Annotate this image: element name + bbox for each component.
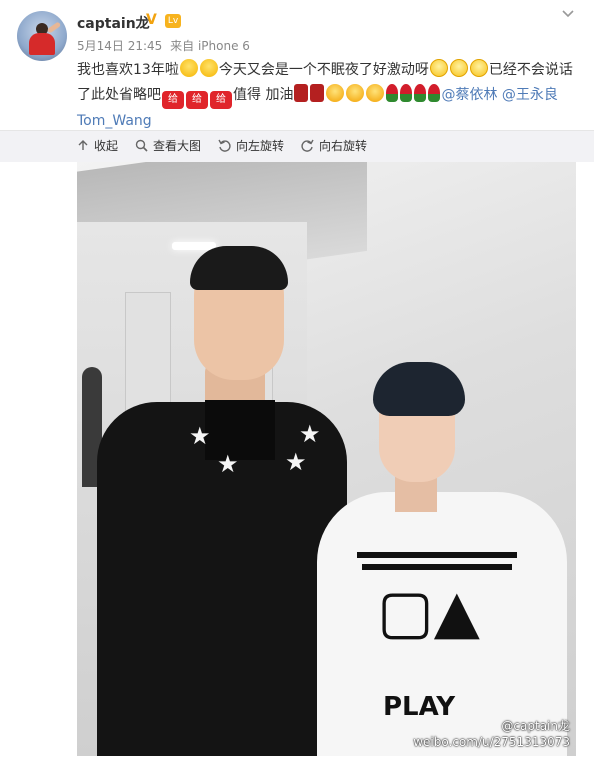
- chevron-down-icon[interactable]: [562, 10, 574, 18]
- rotate-right-icon: [301, 139, 314, 152]
- post-text: 今天又会是一个不眠夜了好激动呀: [218, 62, 429, 78]
- watermark-url: weibo.com/u/2751313073: [413, 735, 570, 749]
- media-toolbar: 收起 查看大图 向左旋转 向右旋转: [77, 135, 367, 155]
- post-content: 我也喜欢13年啦 今天又会是一个不眠夜了好激动呀 已经不会说话了此处省略吧给给给值得…: [77, 58, 583, 134]
- grin-emoji-icon: [449, 59, 468, 77]
- yawn-emoji-icon: [346, 84, 365, 102]
- mention-link[interactable]: @蔡依林: [441, 87, 497, 103]
- smile-emoji-icon: [179, 59, 198, 77]
- cheer-emoji-icon: [310, 84, 325, 102]
- yawn-emoji-icon: [366, 84, 385, 102]
- verified-icon: V: [146, 12, 157, 28]
- star-icon: ★: [217, 450, 239, 478]
- rose-emoji-icon: [386, 84, 399, 102]
- collapse-label: 收起: [94, 138, 119, 153]
- view-large-label: 查看大图: [153, 138, 202, 153]
- star-icon: ★: [299, 420, 321, 448]
- collapse-button[interactable]: 收起: [77, 137, 118, 154]
- view-large-button[interactable]: 查看大图: [135, 137, 201, 154]
- level-badge: Lv: [165, 14, 181, 28]
- rotate-left-icon: [218, 139, 231, 152]
- grin-emoji-icon: [429, 59, 448, 77]
- cheer-emoji-icon: [294, 84, 309, 102]
- post-text: 值得 加油: [233, 87, 294, 103]
- username[interactable]: captain龙: [77, 13, 150, 33]
- post-date[interactable]: 5月14日 21:45: [77, 39, 162, 53]
- smile-emoji-icon: [199, 59, 218, 77]
- rotate-right-label: 向右旋转: [319, 138, 368, 153]
- photo-watermark: @captain龙 weibo.com/u/2751313073: [413, 718, 570, 750]
- rotate-left-button[interactable]: 向左旋转: [218, 137, 284, 154]
- give-emoji-icon: 给: [162, 91, 184, 109]
- magnifier-icon: [135, 139, 148, 152]
- post-source: 来自 iPhone 6: [170, 39, 250, 53]
- avatar[interactable]: [17, 11, 67, 61]
- weibo-post: captain龙 V Lv 5月14日 21:45 来自 iPhone 6 我也…: [0, 0, 594, 759]
- arrow-up-icon: [78, 140, 88, 150]
- post-meta: 5月14日 21:45 来自 iPhone 6: [77, 37, 254, 54]
- post-text: 我也喜欢13年啦: [77, 62, 179, 78]
- give-emoji-icon: 给: [186, 91, 208, 109]
- give-emoji-icon: 给: [210, 91, 232, 109]
- shirt-graphic: ▢▲: [377, 577, 480, 647]
- star-icon: ★: [189, 422, 211, 450]
- rotate-right-button[interactable]: 向右旋转: [301, 137, 367, 154]
- watermark-user: @captain龙: [501, 719, 570, 733]
- rotate-left-label: 向左旋转: [236, 138, 285, 153]
- star-icon: ★: [285, 448, 307, 476]
- grin-emoji-icon: [469, 59, 488, 77]
- rose-emoji-icon: [428, 84, 441, 102]
- post-photo[interactable]: ★ ★ ★ ★ ▢▲ PLAY @captain龙 weibo.com/u/27…: [77, 162, 576, 756]
- rose-emoji-icon: [400, 84, 413, 102]
- yawn-emoji-icon: [326, 84, 345, 102]
- rose-emoji-icon: [414, 84, 427, 102]
